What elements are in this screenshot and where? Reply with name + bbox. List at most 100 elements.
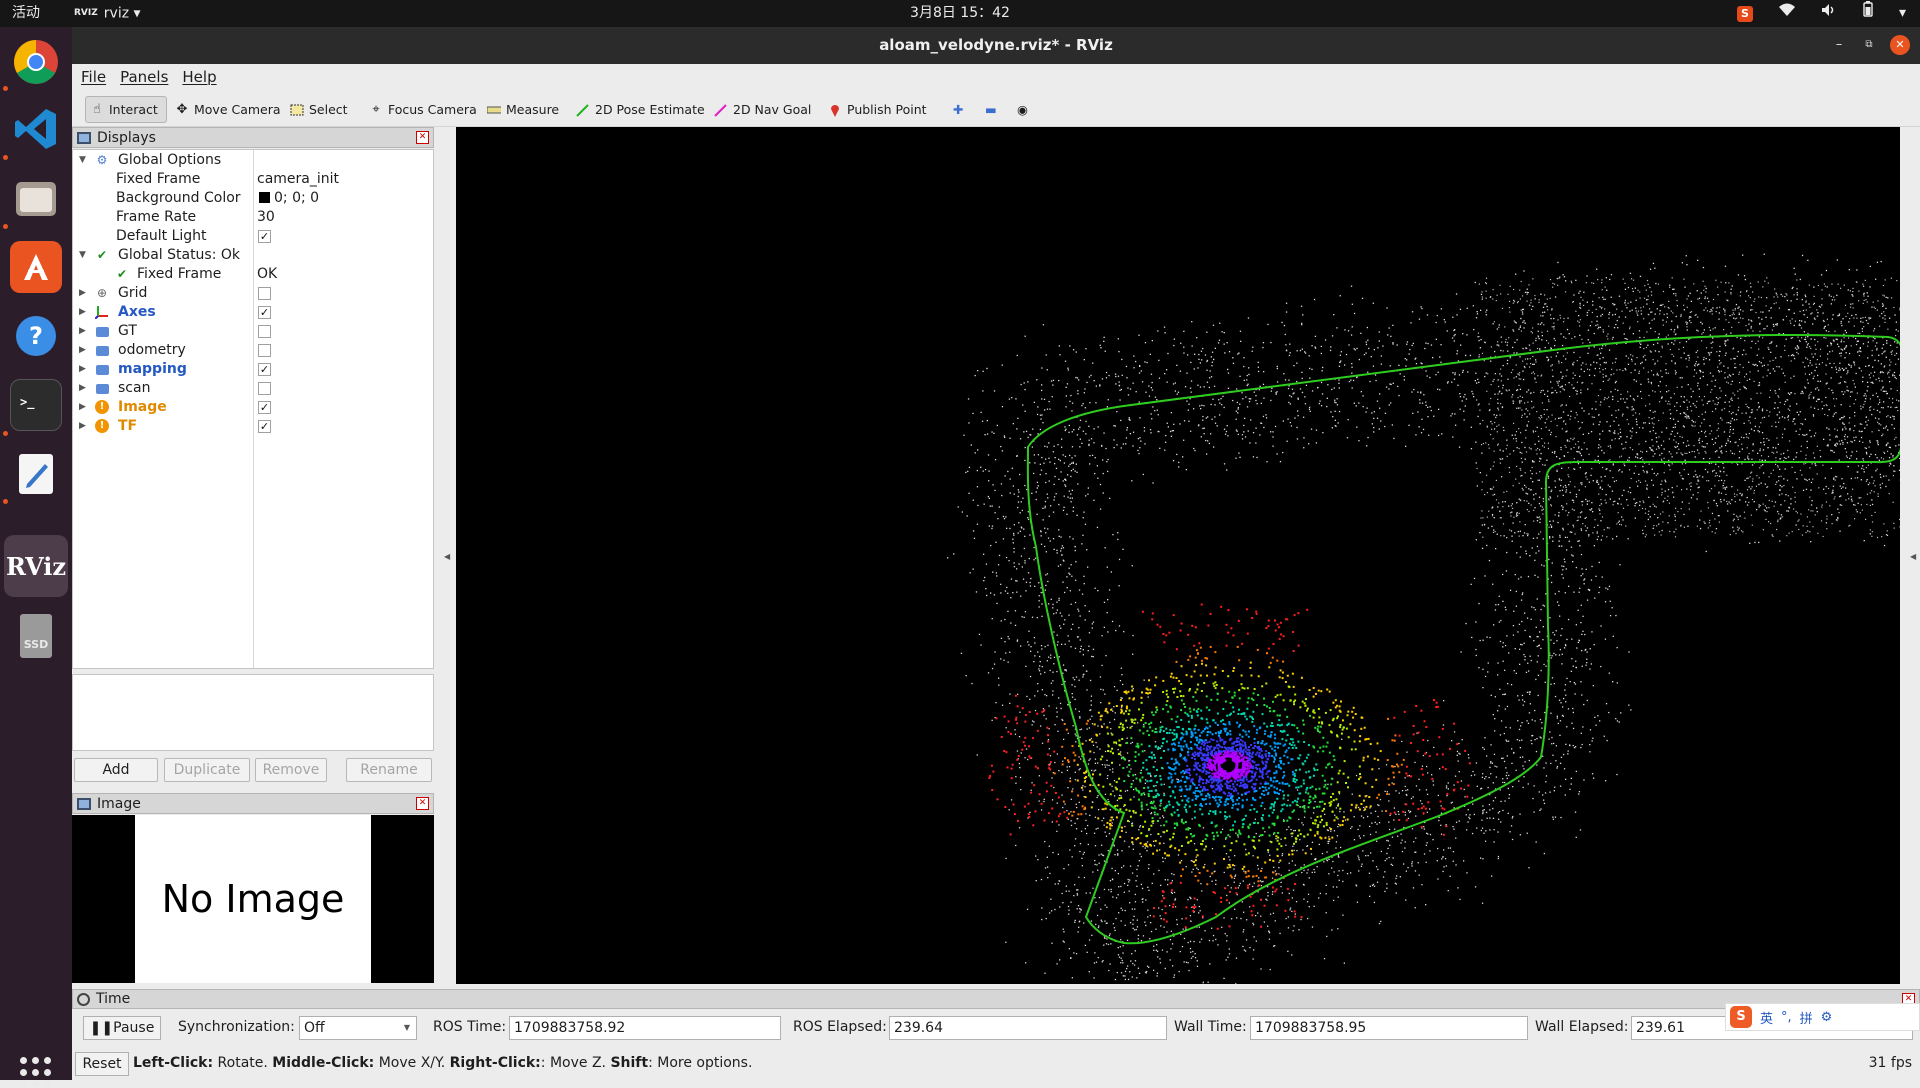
remove-button[interactable]: Remove bbox=[255, 758, 327, 782]
grid-checkbox[interactable] bbox=[258, 287, 271, 300]
tree-row-mapping[interactable]: ▶ mapping ✓ bbox=[73, 360, 433, 379]
tool-2d-pose-estimate[interactable]: 2D Pose Estimate bbox=[572, 96, 709, 123]
map-point bbox=[1568, 708, 1569, 709]
map-point bbox=[1085, 740, 1086, 741]
tree-row-grid[interactable]: ▶ ⊕ Grid bbox=[73, 284, 433, 303]
tool-interact[interactable]: ☝Interact bbox=[85, 96, 167, 123]
tree-row-gt[interactable]: ▶ GT bbox=[73, 322, 433, 341]
odometry-checkbox[interactable] bbox=[258, 344, 271, 357]
tf-checkbox[interactable]: ✓ bbox=[258, 420, 271, 433]
3d-render-view[interactable] bbox=[456, 127, 1900, 984]
tree-row-default-light[interactable]: Default Light ✓ bbox=[73, 227, 433, 246]
app-menu[interactable]: RVIZrviz ▾ bbox=[74, 0, 141, 27]
window-titlebar[interactable]: aloam_velodyne.rviz* - RViz – ⧉ ✕ bbox=[72, 27, 1920, 64]
tree-row-scan[interactable]: ▶ scan bbox=[73, 379, 433, 398]
gt-checkbox[interactable] bbox=[258, 325, 271, 338]
tree-row-background-color[interactable]: Background Color 0; 0; 0 bbox=[73, 189, 433, 208]
menu-help[interactable]: Help bbox=[182, 64, 216, 90]
map-point bbox=[1704, 523, 1705, 524]
map-point bbox=[1326, 885, 1327, 886]
tree-row-status-fixed-frame[interactable]: ✔ Fixed Frame OK bbox=[73, 265, 433, 284]
tool-select[interactable]: Select bbox=[286, 96, 352, 123]
map-point bbox=[1664, 448, 1665, 449]
mapping-checkbox[interactable]: ✓ bbox=[258, 363, 271, 376]
expand-arrow-icon[interactable]: ▶ bbox=[79, 360, 86, 379]
fixed-frame-value[interactable]: camera_init bbox=[257, 170, 339, 189]
power-menu-icon[interactable]: ▾ bbox=[1899, 0, 1906, 27]
add-tool-button[interactable]: ✚ bbox=[949, 96, 967, 123]
activities-button[interactable]: 活动 bbox=[12, 0, 40, 27]
collapse-left-icon[interactable]: ◀ bbox=[444, 552, 450, 561]
vscode-icon[interactable] bbox=[10, 103, 62, 155]
map-point bbox=[1719, 447, 1720, 448]
close-panel-icon[interactable]: ✕ bbox=[416, 131, 429, 144]
tree-row-axes[interactable]: ▶ Axes ✓ bbox=[73, 303, 433, 322]
wifi-icon[interactable] bbox=[1779, 0, 1795, 27]
expand-arrow-icon[interactable]: ▶ bbox=[79, 341, 86, 360]
menu-panels[interactable]: Panels bbox=[120, 64, 168, 90]
map-point bbox=[1848, 390, 1849, 391]
tool-measure[interactable]: Measure bbox=[483, 96, 563, 123]
volume-icon[interactable] bbox=[1821, 0, 1837, 27]
map-point bbox=[1438, 409, 1439, 410]
menu-file[interactable]: File bbox=[81, 64, 106, 90]
expand-arrow-icon[interactable]: ▶ bbox=[79, 303, 86, 322]
map-point bbox=[1821, 274, 1822, 275]
battery-icon[interactable] bbox=[1863, 0, 1873, 27]
map-point bbox=[1093, 656, 1094, 657]
collapse-right-icon[interactable]: ◀ bbox=[1910, 552, 1916, 561]
files-icon[interactable] bbox=[10, 172, 62, 224]
expand-arrow-icon[interactable]: ▶ bbox=[79, 284, 86, 303]
sogou-tray-icon[interactable]: S bbox=[1737, 6, 1753, 22]
system-tray[interactable]: S ▾ bbox=[1737, 0, 1906, 27]
tool-focus-camera[interactable]: ⌖Focus Camera bbox=[365, 96, 481, 123]
tool-properties-button[interactable]: ◉ bbox=[1013, 96, 1032, 123]
close-panel-icon[interactable]: ✕ bbox=[416, 797, 429, 810]
duplicate-button[interactable]: Duplicate bbox=[164, 758, 250, 782]
rename-button[interactable]: Rename bbox=[346, 758, 432, 782]
map-point bbox=[1095, 763, 1096, 764]
clock[interactable]: 3月8日 15：42 bbox=[0, 0, 1920, 27]
map-point bbox=[1467, 821, 1468, 822]
map-point bbox=[1307, 918, 1308, 919]
expand-arrow-icon[interactable]: ▶ bbox=[79, 398, 86, 417]
frame-rate-value[interactable]: 30 bbox=[257, 208, 275, 227]
maximize-button[interactable]: ⧉ bbox=[1859, 35, 1879, 55]
tool-publish-point[interactable]: Publish Point bbox=[824, 96, 931, 123]
minimize-button[interactable]: – bbox=[1829, 35, 1849, 55]
image-checkbox[interactable]: ✓ bbox=[258, 401, 271, 414]
help-icon[interactable]: ? bbox=[10, 310, 62, 362]
scan-checkbox[interactable] bbox=[258, 382, 271, 395]
tree-row-image[interactable]: ▶ ! Image ✓ bbox=[73, 398, 433, 417]
rviz-icon[interactable]: RViz bbox=[10, 540, 62, 592]
default-light-checkbox[interactable]: ✓ bbox=[258, 230, 271, 243]
ssd-drive-icon[interactable]: SSD bbox=[10, 610, 62, 662]
tree-row-odometry[interactable]: ▶ odometry bbox=[73, 341, 433, 360]
show-applications-icon[interactable] bbox=[20, 1057, 51, 1088]
terminal-icon[interactable]: >_ bbox=[10, 379, 62, 431]
expand-arrow-icon[interactable]: ▶ bbox=[79, 379, 86, 398]
tree-row-frame-rate[interactable]: Frame Rate 30 bbox=[73, 208, 433, 227]
axes-checkbox[interactable]: ✓ bbox=[258, 306, 271, 319]
bg-color-value[interactable]: 0; 0; 0 bbox=[259, 189, 319, 208]
expand-arrow-icon[interactable]: ▶ bbox=[79, 322, 86, 341]
tree-row-fixed-frame[interactable]: Fixed Frame camera_init bbox=[73, 170, 433, 189]
tree-row-global-options[interactable]: ▼ ⚙ Global Options bbox=[73, 151, 433, 170]
chrome-icon[interactable] bbox=[10, 36, 62, 88]
image-panel-title[interactable]: Image ✕ bbox=[72, 793, 434, 814]
remove-tool-button[interactable]: ▬ bbox=[981, 96, 1001, 123]
map-point bbox=[1534, 710, 1535, 711]
expand-arrow-icon[interactable]: ▼ bbox=[79, 246, 86, 265]
displays-panel-title[interactable]: Displays ✕ bbox=[72, 127, 434, 148]
add-button[interactable]: Add bbox=[74, 758, 158, 782]
tree-row-global-status[interactable]: ▼ ✔ Global Status: Ok bbox=[73, 246, 433, 265]
expand-arrow-icon[interactable]: ▶ bbox=[79, 417, 86, 436]
software-center-icon[interactable] bbox=[10, 241, 62, 293]
tree-row-tf[interactable]: ▶ ! TF ✓ bbox=[73, 417, 433, 436]
map-point bbox=[1678, 421, 1679, 422]
tool-2d-nav-goal[interactable]: 2D Nav Goal bbox=[710, 96, 815, 123]
text-editor-icon[interactable] bbox=[10, 448, 62, 500]
expand-arrow-icon[interactable]: ▼ bbox=[79, 151, 86, 170]
close-button[interactable]: ✕ bbox=[1890, 35, 1910, 55]
tool-move-camera[interactable]: ✥Move Camera bbox=[171, 96, 285, 123]
